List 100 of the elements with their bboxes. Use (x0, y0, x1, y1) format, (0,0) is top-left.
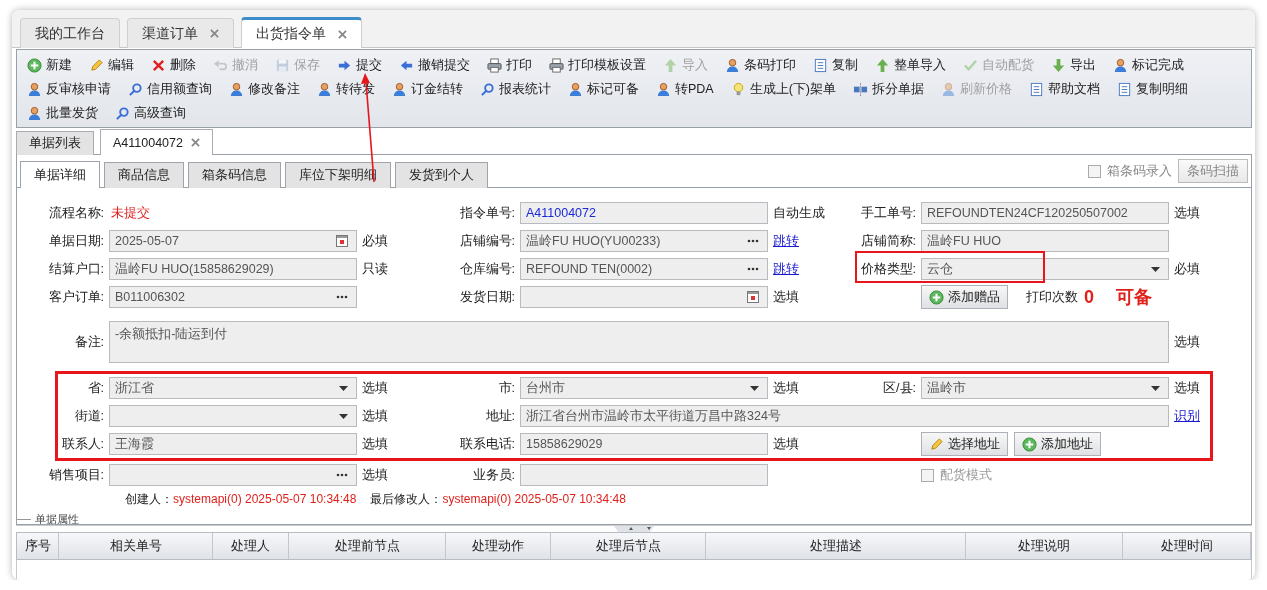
date-field[interactable] (520, 286, 768, 308)
column-header[interactable]: 相关单号 (59, 533, 213, 559)
column-header[interactable]: 处理说明 (966, 533, 1123, 559)
action-button[interactable]: 添加赠品 (921, 285, 1008, 309)
status-text: 未提交 (110, 204, 151, 222)
toolbar-button[interactable]: 提交 (337, 56, 382, 74)
field-label: 指令单号: (458, 204, 515, 222)
toolbar-button[interactable]: 反审核申请 (27, 80, 111, 98)
column-header[interactable]: 处理描述 (706, 533, 966, 559)
more-icon[interactable] (336, 473, 348, 477)
close-icon[interactable] (210, 29, 219, 38)
action-button[interactable]: 添加地址 (1014, 432, 1101, 456)
toolbar-button[interactable]: 复制明细 (1117, 80, 1189, 98)
more-icon[interactable] (747, 239, 759, 243)
text-area[interactable]: -余额抵扣-陆运到付 (109, 321, 1169, 363)
toolbar-button[interactable]: 报表统计 (480, 80, 551, 98)
toolbar-button[interactable]: 信用额查询 (128, 80, 212, 98)
column-header[interactable]: 处理人 (213, 533, 289, 559)
lookup-field[interactable]: 温岭FU HUO(YU00233) (520, 230, 768, 252)
user-icon (27, 81, 42, 97)
toolbar-button[interactable]: 打印模板设置 (549, 56, 646, 74)
column-header[interactable]: 处理动作 (446, 533, 551, 559)
lookup-field[interactable]: REFOUND TEN(0002) (520, 258, 768, 280)
tab[interactable]: 单据详细 (20, 161, 100, 188)
section-title: 单据属性 (35, 511, 79, 524)
more-icon[interactable] (747, 267, 759, 271)
dropdown[interactable]: 浙江省 (109, 377, 357, 399)
lookup-field[interactable] (109, 464, 357, 486)
created-info: systemapi(0) 2025-05-07 10:34:48 (173, 491, 357, 506)
field-label: 联系人: (60, 435, 104, 453)
text-field[interactable]: A411004072 (520, 202, 768, 224)
tab[interactable]: 我的工作台 (20, 18, 120, 48)
toolbar-button[interactable]: 打印 (487, 56, 532, 74)
text-field[interactable]: 温岭FU HUO (921, 230, 1169, 252)
hint-text: 选填 (362, 435, 389, 453)
close-icon[interactable] (338, 29, 347, 39)
text-field[interactable]: 浙江省台州市温岭市太平街道万昌中路324号 (520, 405, 1169, 427)
toolbar-button[interactable]: 条码打印 (725, 56, 796, 74)
calendar-icon[interactable] (747, 291, 759, 303)
tab[interactable]: 单据列表 (16, 131, 94, 155)
toolbar-button[interactable]: 导出 (1051, 56, 1096, 74)
close-icon[interactable] (191, 138, 200, 147)
tab[interactable]: 商品信息 (104, 162, 184, 188)
toolbar-button[interactable]: 转PDA (656, 80, 714, 98)
toolbar-button[interactable]: 订金结转 (392, 80, 463, 98)
toolbar-button[interactable]: 编辑 (89, 56, 134, 74)
toolbar-button[interactable]: 修改备注 (229, 80, 300, 98)
tab[interactable]: 箱条码信息 (188, 162, 281, 188)
caret-icon[interactable] (1151, 385, 1160, 391)
field-label: 单据日期: (47, 232, 104, 250)
field-label: 业务员: (471, 466, 515, 484)
link[interactable]: 跳转 (773, 260, 825, 278)
toolbar-button[interactable]: 撤销提交 (399, 56, 470, 74)
column-header[interactable]: 处理前节点 (289, 533, 446, 559)
link[interactable]: 识别 (1174, 407, 1210, 425)
dropdown[interactable]: 台州市 (520, 377, 768, 399)
caret-icon[interactable] (750, 385, 759, 391)
caret-icon[interactable] (339, 385, 348, 391)
column-header[interactable]: 处理时间 (1123, 533, 1251, 559)
pencil-icon (929, 436, 944, 452)
toolbar-button[interactable]: 新建 (27, 56, 72, 74)
calendar-icon[interactable] (336, 235, 348, 247)
column-header[interactable]: 序号 (17, 533, 59, 559)
text-field[interactable]: 15858629029 (520, 433, 768, 455)
more-icon[interactable] (336, 295, 348, 299)
text-field[interactable]: 王海霞 (109, 433, 357, 455)
tab[interactable]: 出货指令单 (241, 17, 362, 48)
column-header[interactable]: 处理后节点 (551, 533, 706, 559)
tab[interactable]: A411004072 (100, 129, 213, 155)
toolbar-button[interactable]: 高级查询 (115, 104, 186, 122)
toolbar-button[interactable]: 复制 (813, 56, 858, 74)
user-icon (317, 81, 332, 97)
link[interactable]: 跳转 (773, 232, 825, 250)
caret-icon[interactable] (1151, 266, 1160, 272)
hint-text: 选填 (1174, 379, 1201, 397)
toolbar-button[interactable]: 标记可备 (568, 80, 639, 98)
hint-text: 只读 (362, 260, 389, 278)
text-field[interactable]: 温岭FU HUO(15858629029) (109, 258, 357, 280)
toolbar-button[interactable]: 整单导入 (875, 56, 946, 74)
tab[interactable]: 渠道订单 (127, 18, 234, 48)
toolbar-button[interactable]: 拆分单据 (853, 80, 925, 98)
field-label: 流程名称: (47, 204, 104, 222)
split-icon (853, 81, 869, 97)
toolbar-button[interactable]: 删除 (151, 56, 196, 74)
splitter-handle[interactable] (614, 526, 654, 532)
toolbar-button[interactable]: 帮助文档 (1029, 80, 1101, 98)
date-field[interactable]: 2025-05-07 (109, 230, 357, 252)
toolbar-button[interactable]: 生成上(下)架单 (730, 80, 837, 98)
dropdown[interactable]: 云仓 (921, 258, 1169, 280)
caret-icon[interactable] (339, 413, 348, 419)
printer-icon (549, 57, 564, 73)
toolbar-button[interactable]: 批量发货 (27, 104, 98, 122)
toolbar-button[interactable]: 标记完成 (1113, 56, 1184, 74)
user-icon (229, 81, 244, 97)
text-field[interactable]: REFOUNDTEN24CF120250507002 (921, 202, 1169, 224)
lookup-field[interactable]: B011006302 (109, 286, 357, 308)
text-field[interactable] (520, 464, 768, 486)
action-button[interactable]: 选择地址 (921, 432, 1008, 456)
dropdown[interactable]: 温岭市 (921, 377, 1169, 399)
tab[interactable]: 发货到个人 (395, 162, 488, 188)
